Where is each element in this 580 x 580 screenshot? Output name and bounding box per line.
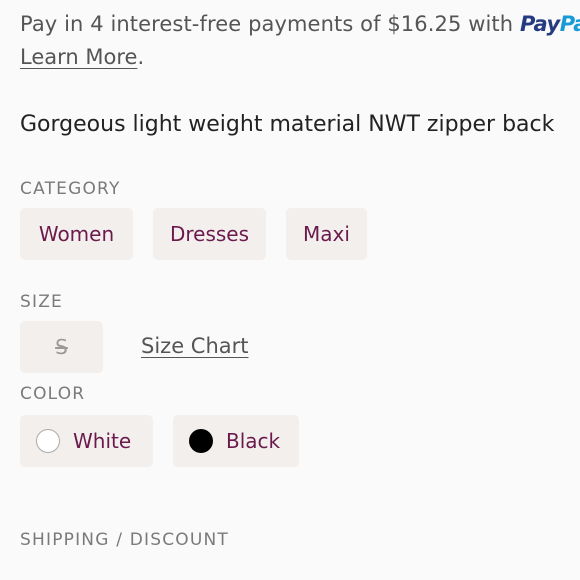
color-chip-black[interactable]: Black (173, 415, 299, 467)
paypal-logo: PayPal (519, 12, 580, 36)
white-swatch-icon (36, 429, 60, 453)
category-label: CATEGORY (20, 179, 121, 199)
color-label: COLOR (20, 384, 86, 404)
color-chip-white[interactable]: White (20, 415, 153, 467)
shipping-discount-label: SHIPPING / DISCOUNT (20, 530, 230, 550)
category-chip-women[interactable]: Women (20, 208, 133, 260)
listing-description: Gorgeous light weight material NWT zippe… (20, 112, 555, 137)
paypal-installment-text: Pay in 4 interest-free payments of $16.2… (20, 12, 580, 36)
size-chart-link[interactable]: Size Chart (141, 334, 249, 358)
learn-more-line: Learn More. (20, 45, 145, 69)
size-label: SIZE (20, 292, 63, 312)
learn-more-link[interactable]: Learn More (20, 45, 137, 69)
size-chip[interactable]: S (20, 321, 103, 373)
category-chip-maxi[interactable]: Maxi (286, 208, 367, 260)
category-chip-dresses[interactable]: Dresses (153, 208, 266, 260)
paypal-text: Pay in 4 interest-free payments of $16.2… (20, 12, 520, 36)
black-swatch-icon (189, 429, 213, 453)
